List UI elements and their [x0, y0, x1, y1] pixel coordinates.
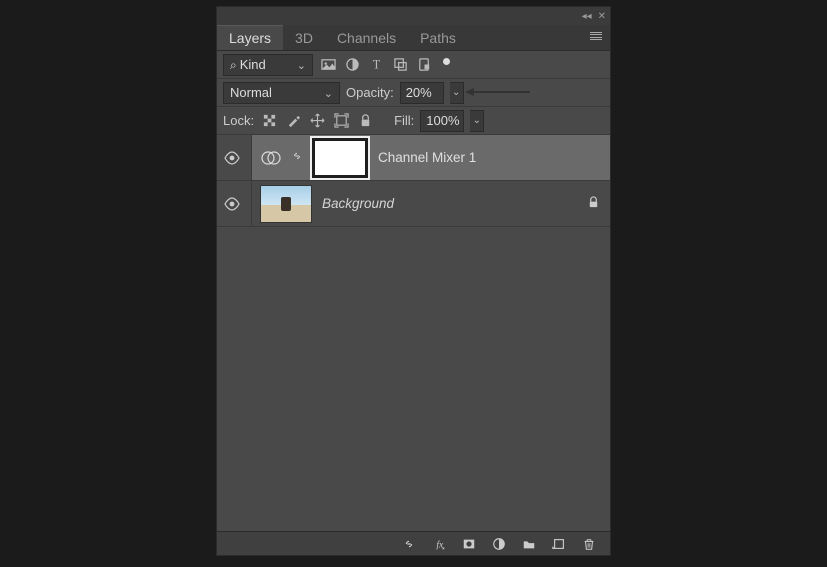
- lock-icon: [587, 196, 600, 212]
- layer-name[interactable]: Background: [322, 196, 394, 211]
- layer-image-thumb[interactable]: [260, 185, 312, 223]
- panel-titlebar: ◂◂ ✕: [217, 7, 610, 25]
- filter-kind-select[interactable]: ⌕Kind: [223, 54, 313, 76]
- tab-channels[interactable]: Channels: [325, 25, 408, 50]
- opacity-input[interactable]: 20%: [400, 82, 444, 104]
- lock-all-icon[interactable]: [356, 112, 374, 130]
- fill-input[interactable]: 100%: [420, 110, 464, 132]
- collapse-icon[interactable]: ◂◂: [582, 11, 592, 22]
- visibility-toggle-icon[interactable]: [223, 149, 241, 167]
- tab-layers[interactable]: Layers: [217, 25, 283, 50]
- layer-style-icon[interactable]: fx: [430, 535, 448, 553]
- filter-shape-icon[interactable]: [391, 56, 409, 74]
- filter-pixel-icon[interactable]: [319, 56, 337, 74]
- layers-panel: ◂◂ ✕ Layers 3D Channels Paths ⌕Kind T: [216, 6, 611, 556]
- filter-adjustment-icon[interactable]: [343, 56, 361, 74]
- add-mask-icon[interactable]: [460, 535, 478, 553]
- blend-opacity-row: Normal Opacity: 20% ⌄: [217, 79, 610, 107]
- link-layers-icon[interactable]: [400, 535, 418, 553]
- lock-artboard-icon[interactable]: [332, 112, 350, 130]
- chevron-down-icon: [324, 85, 333, 100]
- blend-mode-select[interactable]: Normal: [223, 82, 340, 104]
- chevron-down-icon: [297, 57, 306, 72]
- fill-dropdown-icon[interactable]: ⌄: [470, 110, 484, 132]
- search-icon: ⌕: [230, 58, 237, 72]
- new-group-icon[interactable]: [520, 535, 538, 553]
- new-layer-icon[interactable]: [550, 535, 568, 553]
- filter-toggle-icon[interactable]: [443, 58, 450, 65]
- adjustment-thumb-icon: [260, 147, 282, 169]
- visibility-toggle-icon[interactable]: [223, 195, 241, 213]
- annotation-arrow: [465, 91, 530, 93]
- layer-row[interactable]: Channel Mixer 1: [217, 135, 610, 181]
- lock-fill-row: Lock: Fill: 100% ⌄: [217, 107, 610, 135]
- lock-label: Lock:: [223, 113, 254, 128]
- lock-position-icon[interactable]: [308, 112, 326, 130]
- layers-list: Channel Mixer 1 Background: [217, 135, 610, 531]
- filter-row: ⌕Kind T: [217, 51, 610, 79]
- delete-layer-icon[interactable]: [580, 535, 598, 553]
- link-icon: [292, 151, 302, 164]
- svg-text:T: T: [372, 57, 380, 71]
- opacity-label: Opacity:: [346, 85, 394, 100]
- fill-label: Fill:: [394, 113, 414, 128]
- tab-3d[interactable]: 3D: [283, 25, 325, 50]
- new-adjustment-icon[interactable]: [490, 535, 508, 553]
- lock-transparency-icon[interactable]: [260, 112, 278, 130]
- panel-tabs: Layers 3D Channels Paths: [217, 25, 610, 51]
- panel-footer: fx: [217, 531, 610, 555]
- layer-row[interactable]: Background: [217, 181, 610, 227]
- close-icon[interactable]: ✕: [598, 11, 606, 22]
- filter-smartobject-icon[interactable]: [415, 56, 433, 74]
- layer-name[interactable]: Channel Mixer 1: [378, 150, 476, 165]
- panel-menu-icon[interactable]: [588, 29, 604, 43]
- lock-pixels-icon[interactable]: [284, 112, 302, 130]
- filter-type-icon[interactable]: T: [367, 56, 385, 74]
- opacity-dropdown-icon[interactable]: ⌄: [450, 82, 464, 104]
- tab-paths[interactable]: Paths: [408, 25, 468, 50]
- layer-mask-thumb[interactable]: [312, 138, 368, 178]
